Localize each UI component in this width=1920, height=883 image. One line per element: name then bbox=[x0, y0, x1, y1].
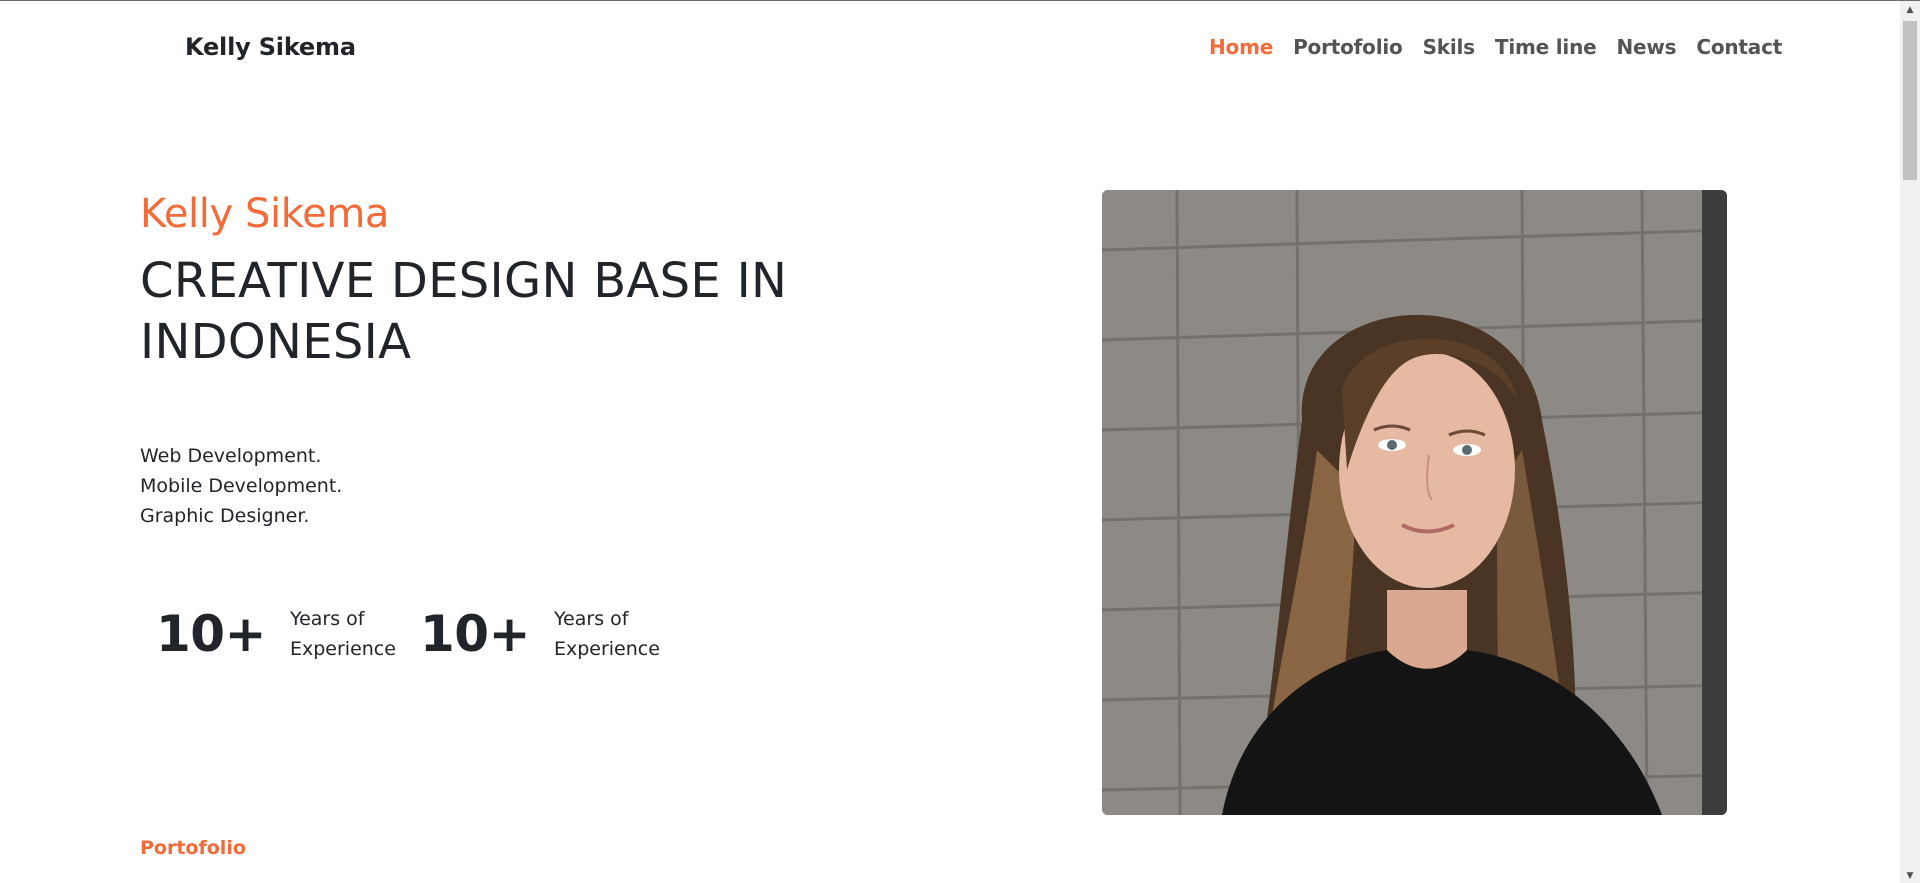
main-nav: Home Portofolio Skils Time line News Con… bbox=[1199, 35, 1792, 59]
portrait-illustration bbox=[1102, 190, 1727, 815]
stat-block: 10+ Years of Experience bbox=[156, 604, 400, 664]
stat-number: 10+ bbox=[419, 605, 530, 663]
page-scrollbar[interactable]: ▲ ▼ bbox=[1900, 1, 1920, 883]
nav-item-portofolio[interactable]: Portofolio bbox=[1283, 35, 1412, 59]
skills-list: Web Development. Mobile Development. Gra… bbox=[140, 441, 342, 531]
stat-number: 10+ bbox=[156, 605, 266, 663]
stat-label: Years of Experience bbox=[289, 608, 396, 660]
skill-item: Graphic Designer. bbox=[140, 505, 310, 527]
stat-block: 10+ Years of Experience bbox=[420, 604, 664, 664]
page: Kelly Sikema Home Portofolio Skils Time … bbox=[0, 0, 1920, 883]
skill-item: Mobile Development. bbox=[140, 475, 343, 497]
nav-item-contact[interactable]: Contact bbox=[1686, 35, 1792, 59]
stats-row: 10+ Years of Experience 10+ Years of Exp… bbox=[156, 604, 684, 664]
stat-label: Years of Experience bbox=[553, 608, 660, 660]
nav-item-timeline[interactable]: Time line bbox=[1485, 35, 1607, 59]
brand-logo[interactable]: Kelly Sikema bbox=[185, 33, 356, 61]
hero-title: CREATIVE DESIGN BASE IN INDONESIA bbox=[140, 253, 788, 370]
hero-name: Kelly Sikema bbox=[140, 191, 389, 237]
nav-item-home[interactable]: Home bbox=[1199, 35, 1283, 59]
scroll-down-icon[interactable]: ▼ bbox=[1900, 867, 1920, 883]
nav-item-skils[interactable]: Skils bbox=[1413, 35, 1485, 59]
portrait-photo bbox=[1102, 190, 1727, 815]
scroll-thumb[interactable] bbox=[1903, 21, 1917, 180]
scroll-up-icon[interactable]: ▲ bbox=[1900, 1, 1920, 18]
skill-item: Web Development. bbox=[140, 445, 322, 467]
section-label-portofolio[interactable]: Portofolio bbox=[140, 837, 246, 859]
nav-item-news[interactable]: News bbox=[1606, 35, 1686, 59]
